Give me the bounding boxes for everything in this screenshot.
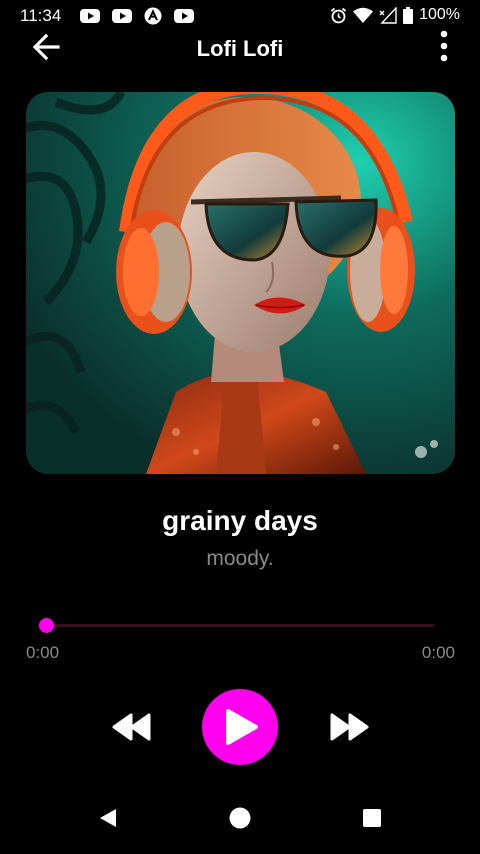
fast-forward-icon: [330, 713, 369, 741]
album-cover-image: [26, 92, 455, 474]
wifi-icon: [353, 7, 374, 23]
no-signal-icon: [379, 6, 397, 24]
nav-home-button[interactable]: [228, 806, 252, 830]
system-status: 100%: [330, 6, 460, 24]
youtube-icon: [80, 9, 100, 23]
youtube-icon: [174, 9, 194, 23]
page-title: Lofi Lofi: [196, 36, 284, 61]
battery-percentage: 100%: [419, 6, 460, 23]
track-title: grainy days: [162, 505, 318, 536]
seek-thumb[interactable]: [39, 618, 54, 633]
forward-button[interactable]: [329, 712, 369, 742]
alarm-icon: [330, 7, 347, 24]
youtube-icon: [112, 9, 132, 23]
status-bar: 11:34 100%: [0, 0, 480, 32]
nav-back-button[interactable]: [96, 806, 120, 830]
app-bar: Lofi Lofi: [0, 30, 480, 66]
more-vert-icon: [440, 30, 448, 62]
nav-back-icon: [100, 809, 116, 827]
fast-rewind-icon: [112, 713, 151, 741]
more-options-button[interactable]: [438, 30, 450, 66]
seek-bar[interactable]: [39, 618, 434, 633]
app-icon: [144, 7, 162, 25]
play-icon: [226, 709, 258, 745]
nav-recents-button[interactable]: [360, 806, 384, 830]
track-artist: moody.: [206, 547, 274, 570]
time-total: 0:00: [421, 643, 455, 662]
play-button[interactable]: [202, 689, 278, 765]
nav-recents-icon: [363, 809, 381, 827]
status-time: 11:34: [20, 6, 62, 25]
battery-icon: [403, 6, 414, 24]
nav-home-icon: [229, 807, 251, 829]
rewind-button[interactable]: [112, 712, 152, 742]
notification-icons: [80, 7, 194, 25]
time-elapsed: 0:00: [26, 643, 60, 662]
